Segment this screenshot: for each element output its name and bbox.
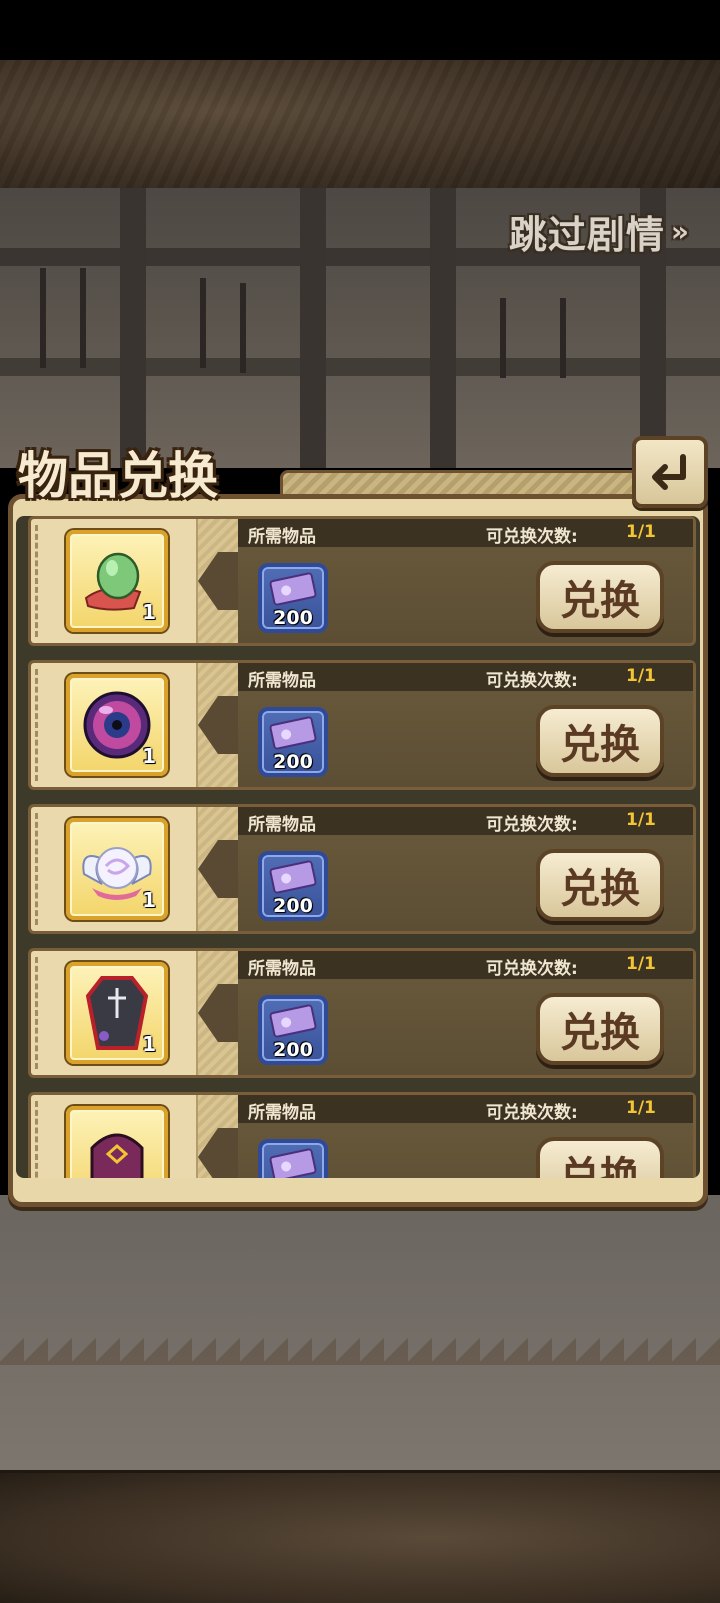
exchange-button[interactable]: 兑换 — [536, 849, 664, 921]
cost-amount: 200 — [273, 895, 313, 917]
skip-story-label: 跳过剧情 — [508, 213, 665, 257]
back-button[interactable] — [632, 436, 708, 508]
exchange-count-value: 1/1 — [626, 954, 656, 974]
cost-item-slot[interactable] — [258, 1139, 328, 1178]
reward-item-slot[interactable]: 1 — [66, 674, 168, 776]
cost-item-slot[interactable]: 200 — [258, 995, 328, 1065]
cost-item-slot[interactable]: 200 — [258, 707, 328, 777]
required-items-label: 所需物品 — [248, 959, 316, 979]
exchange-button[interactable]: 兑换 — [536, 705, 664, 777]
reward-item-slot[interactable]: 1 — [66, 962, 168, 1064]
reward-item-slot[interactable]: 1 — [66, 530, 168, 632]
top-decorative-band — [0, 60, 720, 191]
required-items-label: 所需物品 — [248, 527, 316, 547]
reward-item-slot[interactable] — [66, 1106, 168, 1178]
exchange-count-value: 1/1 — [626, 522, 656, 542]
exchange-count-value: 1/1 — [626, 810, 656, 830]
reward-quantity: 1 — [142, 888, 156, 912]
reward-quantity: 1 — [142, 600, 156, 624]
reward-item-slot[interactable]: 1 — [66, 818, 168, 920]
status-bar — [0, 0, 720, 60]
reward-quantity: 1 — [142, 1032, 156, 1056]
masked-head-item-icon — [90, 1133, 144, 1178]
exchange-list[interactable]: 1 所需物品 可兑换次数: 1/1 200 兑换 1 所需物品 可兑换次数: 1… — [16, 516, 700, 1178]
bottom-decorative-band — [0, 1470, 720, 1603]
exchange-count-label: 可兑换次数: — [486, 815, 578, 835]
required-items-label: 所需物品 — [248, 1103, 316, 1123]
exchange-row: 1 所需物品 可兑换次数: 1/1 200 兑换 — [28, 516, 696, 646]
exchange-count-label: 可兑换次数: — [486, 671, 578, 691]
required-items-label: 所需物品 — [248, 815, 316, 835]
required-items-label: 所需物品 — [248, 671, 316, 691]
exchange-count-label: 可兑换次数: — [486, 527, 578, 547]
return-arrow-icon — [652, 454, 686, 490]
exchange-row: 1 所需物品 可兑换次数: 1/1 200 兑换 — [28, 660, 696, 790]
exchange-row: 1 所需物品 可兑换次数: 1/1 200 兑换 — [28, 804, 696, 934]
exchange-button[interactable]: 兑换 — [536, 993, 664, 1065]
double-chevron-icon: » — [670, 215, 690, 248]
lower-background — [0, 1195, 720, 1470]
reward-quantity: 1 — [142, 744, 156, 768]
exchange-row: 所需物品 可兑换次数: 1/1 兑换 — [28, 1092, 696, 1178]
cost-amount: 200 — [273, 751, 313, 773]
exchange-row: 1 所需物品 可兑换次数: 1/1 200 兑换 — [28, 948, 696, 1078]
purple-ticket-icon — [269, 1148, 317, 1178]
exchange-button[interactable]: 兑换 — [536, 1137, 664, 1178]
skip-story-button[interactable]: 跳过剧情 » — [509, 204, 690, 259]
cost-amount: 200 — [273, 607, 313, 629]
cost-item-slot[interactable]: 200 — [258, 851, 328, 921]
panel-title: 物品兑换 — [18, 446, 218, 505]
cost-amount: 200 — [273, 1039, 313, 1061]
exchange-count-label: 可兑换次数: — [486, 1103, 578, 1123]
exchange-button[interactable]: 兑换 — [536, 561, 664, 633]
cost-item-slot[interactable]: 200 — [258, 563, 328, 633]
exchange-count-label: 可兑换次数: — [486, 959, 578, 979]
exchange-count-value: 1/1 — [626, 1098, 656, 1118]
exchange-count-value: 1/1 — [626, 666, 656, 686]
